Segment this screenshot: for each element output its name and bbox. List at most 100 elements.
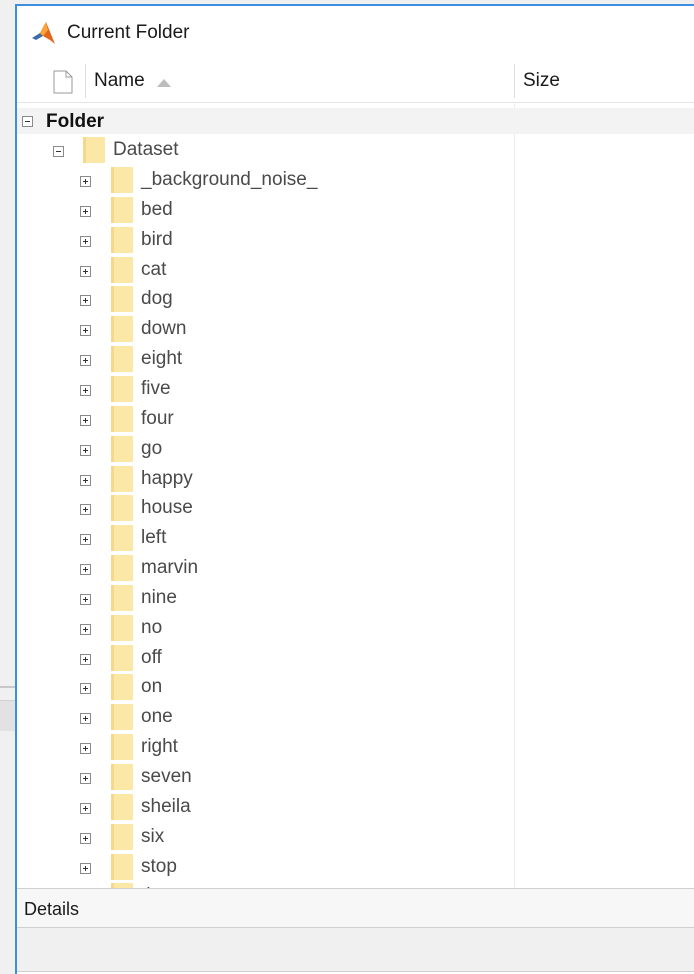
folder-icon <box>111 585 133 611</box>
tree-item-label: off <box>141 647 162 668</box>
folder-icon <box>111 316 133 342</box>
plus-box-icon[interactable] <box>80 206 91 217</box>
tree-row-folder[interactable]: sheila <box>17 792 514 822</box>
tree-row-folder[interactable]: four <box>17 404 514 434</box>
minus-box-icon[interactable] <box>22 116 33 127</box>
tree-row-folder[interactable]: five <box>17 374 514 404</box>
plus-box-icon[interactable] <box>80 773 91 784</box>
folder-icon <box>111 674 133 700</box>
panel-title: Current Folder <box>67 22 190 43</box>
plus-box-icon[interactable] <box>80 743 91 754</box>
folder-icon <box>111 824 133 850</box>
tree-row-folder[interactable]: seven <box>17 762 514 792</box>
tree-row-folder[interactable]: eight <box>17 344 514 374</box>
tree-row-folder[interactable]: house <box>17 493 514 523</box>
splitter-handle[interactable] <box>0 700 15 731</box>
tree-item-label: _background_noise_ <box>141 169 318 190</box>
plus-box-icon[interactable] <box>80 534 91 545</box>
file-icon <box>53 70 73 94</box>
tree-item-label: sheila <box>141 796 191 817</box>
tree-row-folder[interactable]: happy <box>17 464 514 494</box>
plus-box-icon[interactable] <box>80 803 91 814</box>
folder-icon <box>111 197 133 223</box>
tree-row-folder[interactable]: on <box>17 672 514 702</box>
folder-icon <box>83 137 105 163</box>
details-bar[interactable]: Details <box>17 888 694 928</box>
tree-row-folder[interactable]: six <box>17 822 514 852</box>
tree-item-label: Dataset <box>113 139 179 160</box>
tree-item-label: bed <box>141 199 173 220</box>
folder-icon <box>111 615 133 641</box>
tree-item-label: on <box>141 676 163 697</box>
tree-row-folder[interactable]: bed <box>17 195 514 225</box>
tree-row-folder[interactable]: down <box>17 314 514 344</box>
tree-row-folder[interactable]: stop <box>17 852 514 882</box>
tree-row-folder[interactable]: left <box>17 523 514 553</box>
tree-item-label: left <box>141 527 167 548</box>
left-edge-strip <box>0 0 15 974</box>
tree-row-folder[interactable]: nine <box>17 583 514 613</box>
plus-box-icon[interactable] <box>80 325 91 336</box>
plus-box-icon[interactable] <box>80 475 91 486</box>
plus-box-icon[interactable] <box>80 385 91 396</box>
tree-root-row[interactable]: Folder <box>17 108 694 134</box>
tree-row-folder[interactable]: _background_noise_ <box>17 165 514 195</box>
folder-icon <box>111 555 133 581</box>
plus-box-icon[interactable] <box>80 504 91 515</box>
tree-item-label: down <box>141 318 187 339</box>
tree-row-folder[interactable]: go <box>17 434 514 464</box>
tree-row-folder[interactable]: marvin <box>17 553 514 583</box>
tree-item-label: go <box>141 438 163 459</box>
folder-icon <box>111 794 133 820</box>
column-divider[interactable] <box>514 64 515 98</box>
tree-item-label: cat <box>141 259 167 280</box>
plus-box-icon[interactable] <box>80 564 91 575</box>
tree-row-dataset[interactable]: Dataset <box>17 135 514 165</box>
plus-box-icon[interactable] <box>80 355 91 366</box>
plus-box-icon[interactable] <box>80 624 91 635</box>
tree-item-label: happy <box>141 468 193 489</box>
plus-box-icon[interactable] <box>80 594 91 605</box>
tree-item-label: six <box>141 826 165 847</box>
tree-item-label: dog <box>141 288 173 309</box>
minus-box-icon[interactable] <box>53 146 64 157</box>
details-label[interactable]: Details <box>24 899 79 920</box>
plus-box-icon[interactable] <box>80 863 91 874</box>
tree-row-folder[interactable]: off <box>17 643 514 673</box>
tree-item-label: right <box>141 736 178 757</box>
column-header-name[interactable]: Name <box>94 70 145 92</box>
tree-item-label: marvin <box>141 557 199 578</box>
folder-icon <box>111 645 133 671</box>
tree-row-folder[interactable]: th <box>17 881 514 888</box>
column-divider[interactable] <box>85 64 86 98</box>
folder-icon <box>111 167 133 193</box>
tree-root-label: Folder <box>46 111 105 132</box>
tree-row-folder[interactable]: right <box>17 732 514 762</box>
tree-row-folder[interactable]: no <box>17 613 514 643</box>
plus-box-icon[interactable] <box>80 683 91 694</box>
tree-item-label: five <box>141 378 171 399</box>
tree-row-folder[interactable]: cat <box>17 255 514 285</box>
plus-box-icon[interactable] <box>80 295 91 306</box>
tree-row-folder[interactable]: one <box>17 702 514 732</box>
tree-item-label: no <box>141 617 163 638</box>
plus-box-icon[interactable] <box>80 236 91 247</box>
plus-box-icon[interactable] <box>80 445 91 456</box>
sort-ascending-icon[interactable] <box>157 77 171 87</box>
tree-item-label: eight <box>141 348 183 369</box>
plus-box-icon[interactable] <box>80 415 91 426</box>
column-header-size[interactable]: Size <box>523 70 560 92</box>
plus-box-icon[interactable] <box>80 713 91 724</box>
tree-item-label: one <box>141 706 173 727</box>
tree-row-folder[interactable]: dog <box>17 284 514 314</box>
tree-row-folder[interactable]: bird <box>17 225 514 255</box>
plus-box-icon[interactable] <box>80 833 91 844</box>
plus-box-icon[interactable] <box>80 654 91 665</box>
folder-tree: Folder Dataset _background_noise_bed bird… <box>17 104 694 888</box>
column-header: Name Size <box>17 60 694 103</box>
plus-box-icon[interactable] <box>80 176 91 187</box>
folder-icon <box>111 227 133 253</box>
splitter-line <box>0 686 15 688</box>
plus-box-icon[interactable] <box>80 266 91 277</box>
folder-icon <box>111 406 133 432</box>
